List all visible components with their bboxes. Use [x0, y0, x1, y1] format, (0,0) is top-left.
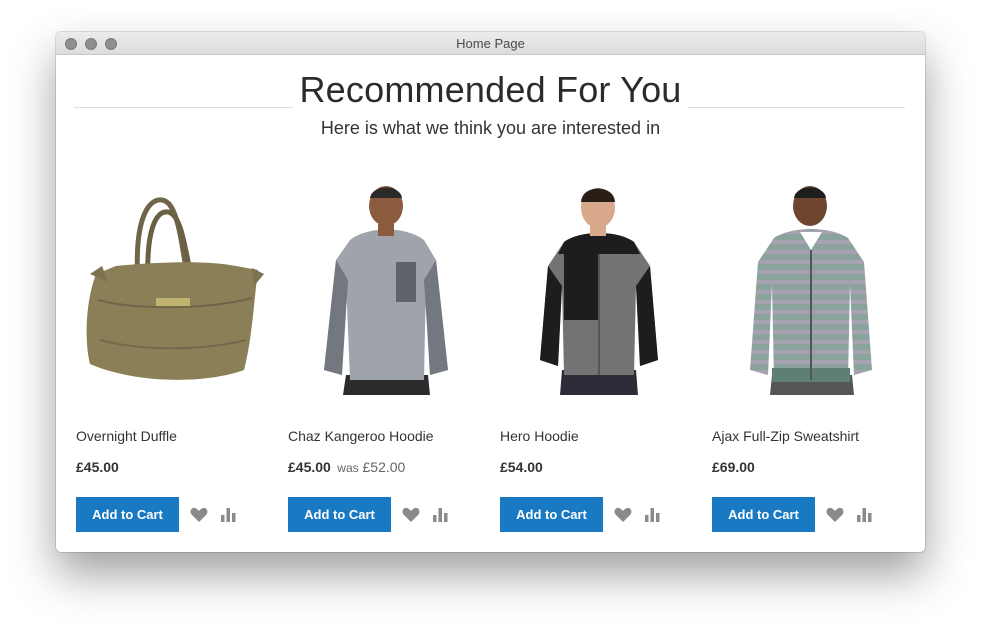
- heart-icon[interactable]: [613, 505, 633, 525]
- bar-chart-icon[interactable]: [854, 505, 874, 525]
- gray-hoodie-image[interactable]: [288, 170, 483, 410]
- browser-window: Home Page Recommended For You Here is wh…: [56, 32, 925, 552]
- product-price: £45.00: [288, 459, 331, 475]
- section-subtitle: Here is what we think you are interested…: [320, 118, 661, 138]
- product-name[interactable]: Chaz Kangeroo Hoodie: [288, 428, 434, 444]
- section-title: Recommended For You: [293, 69, 688, 110]
- bar-chart-icon[interactable]: [642, 505, 662, 525]
- product-card: Hero Hoodie £54.00 Add to Cart: [500, 170, 695, 550]
- duffle-bag-image[interactable]: [76, 170, 271, 410]
- window-title: Home Page: [456, 36, 525, 51]
- product-price: £45.00: [76, 459, 119, 475]
- product-card: Chaz Kangeroo Hoodie £45.00 was £52.00 A…: [288, 170, 483, 550]
- product-name[interactable]: Ajax Full-Zip Sweatshirt: [712, 428, 859, 444]
- product-card: Ajax Full-Zip Sweatshirt £69.00 Add to C…: [712, 170, 907, 550]
- product-card: Overnight Duffle £45.00 Add to Cart: [76, 170, 271, 550]
- add-to-cart-button[interactable]: Add to Cart: [288, 497, 391, 532]
- add-to-cart-button[interactable]: Add to Cart: [712, 497, 815, 532]
- section-heading: Recommended For You: [56, 69, 925, 111]
- price-row: £45.00: [76, 459, 119, 477]
- product-price: £54.00: [500, 459, 543, 475]
- old-price: was £52.00: [337, 459, 405, 475]
- bar-chart-icon[interactable]: [430, 505, 450, 525]
- title-bar: Home Page: [56, 32, 925, 55]
- heart-icon[interactable]: [825, 505, 845, 525]
- old-price-value: £52.00: [362, 459, 406, 475]
- add-to-cart-button[interactable]: Add to Cart: [76, 497, 179, 532]
- price-row: £69.00: [712, 459, 755, 477]
- heart-icon[interactable]: [189, 505, 209, 525]
- bar-chart-icon[interactable]: [218, 505, 238, 525]
- price-row: £45.00 was £52.00: [288, 459, 405, 477]
- striped-sweatshirt-image[interactable]: [712, 170, 907, 410]
- product-name[interactable]: Overnight Duffle: [76, 428, 177, 444]
- add-to-cart-button[interactable]: Add to Cart: [500, 497, 603, 532]
- black-gray-hoodie-image[interactable]: [500, 170, 695, 410]
- price-row: £54.00: [500, 459, 543, 477]
- page-content: Recommended For You Here is what we thin…: [56, 55, 925, 552]
- heart-icon[interactable]: [401, 505, 421, 525]
- was-label: was: [337, 461, 359, 475]
- product-price: £69.00: [712, 459, 755, 475]
- product-name[interactable]: Hero Hoodie: [500, 428, 579, 444]
